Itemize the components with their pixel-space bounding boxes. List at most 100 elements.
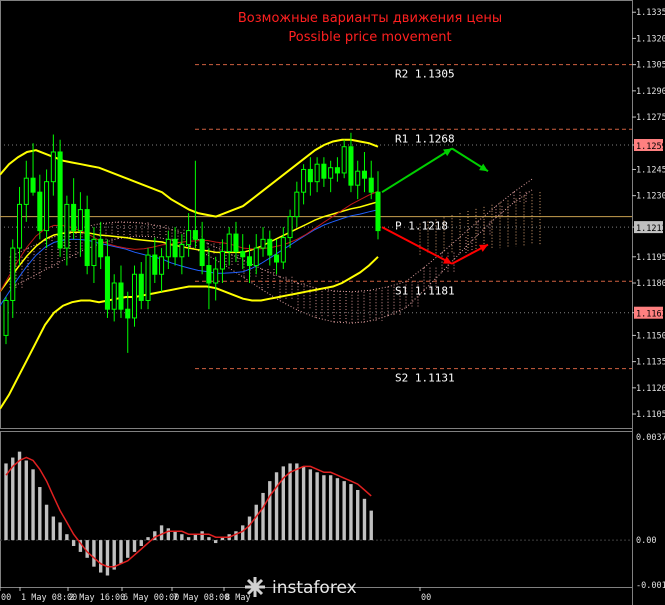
candlesticks xyxy=(3,132,381,353)
macd-histogram-bar xyxy=(159,525,164,541)
pivot-label-s1: S1 1.1181 xyxy=(395,284,455,297)
candle-body xyxy=(50,151,56,183)
candle-body xyxy=(260,238,266,249)
price-tick-label: 1.1275 xyxy=(636,113,665,123)
candle-body xyxy=(355,170,361,186)
candle-body xyxy=(314,163,320,183)
candle-body xyxy=(213,268,219,284)
price-tag-label: 1.1163 xyxy=(636,310,665,320)
macd-histogram-bar xyxy=(119,540,123,564)
pivot-label-s2: S2 1.1131 xyxy=(395,372,455,385)
candle-body xyxy=(57,151,63,249)
macd-histogram-bar xyxy=(31,469,35,541)
macd-histogram-bar xyxy=(17,451,22,541)
arrow-bullish-segment xyxy=(381,147,453,194)
macd-histogram-bar xyxy=(207,537,211,541)
time-axis: 00 1 May 08:002 May 16:006 May 00:007 May… xyxy=(0,587,431,603)
candle-body xyxy=(159,256,165,275)
macd-histogram-bar xyxy=(342,481,346,541)
candle-body xyxy=(233,233,239,253)
candle-body xyxy=(375,191,381,232)
candle-body xyxy=(321,163,327,179)
cloud-lower-segment xyxy=(351,320,371,324)
cloud-upper-segment xyxy=(369,286,389,291)
macd-histogram-bar xyxy=(126,540,130,558)
cloud-lower-segment xyxy=(279,300,299,311)
cloud-upper-segment xyxy=(405,267,425,282)
macd-histogram-bar xyxy=(65,534,69,541)
candle-body xyxy=(165,238,171,258)
cloud-lower-segment xyxy=(369,315,389,322)
price-tag-label: 1.1259 xyxy=(636,142,665,152)
macd-panel: 0.0037 0.00 -0.00159 xyxy=(0,433,665,591)
candle-body xyxy=(301,168,307,193)
cloud-upper-segment xyxy=(189,235,209,244)
candle-body xyxy=(246,256,253,267)
candle-body xyxy=(118,282,124,310)
macd-histogram-bar xyxy=(301,466,306,541)
time-tick-label: 6 May 00:00 xyxy=(123,593,179,603)
cloud-upper-segment xyxy=(297,282,317,289)
candle-body xyxy=(253,247,259,267)
macd-histogram-bar xyxy=(241,525,245,541)
instaforex-logo-icon xyxy=(245,577,265,597)
macd-histogram-bar xyxy=(322,475,326,541)
cloud-lower-segment xyxy=(243,277,263,290)
macd-histogram-bar xyxy=(328,475,333,541)
candle-body xyxy=(172,238,178,258)
cloud-upper-segment xyxy=(207,243,227,253)
candle-body xyxy=(219,251,225,270)
chart-title: Возможные варианты движения цены xyxy=(238,11,502,26)
cloud-lower-segment xyxy=(45,259,65,270)
macd-histogram-bar xyxy=(268,481,272,541)
cloud-lower-segment xyxy=(333,321,353,324)
macd-histogram-bar xyxy=(71,540,76,547)
macd-histogram-bar xyxy=(234,531,238,541)
candle-body xyxy=(16,203,23,249)
candle-body xyxy=(111,282,117,310)
price-axis: 1.1335 1.1320 1.1305 1.1290 1.1275 1.1259 1.12… xyxy=(632,8,665,420)
price-tick-label: 1.1120 xyxy=(636,384,665,394)
price-tick-label: 1.1135 xyxy=(636,358,665,368)
chart-subtitle: Possible price movement xyxy=(288,30,451,45)
price-tick-label: 1.1180 xyxy=(636,279,665,289)
candle-body xyxy=(294,191,300,218)
candle-body xyxy=(64,203,70,249)
macd-histogram-bar xyxy=(295,463,299,541)
macd-histogram-bar xyxy=(356,489,360,541)
bollinger-upper-line xyxy=(0,138,379,218)
candle-body xyxy=(199,238,205,267)
cloud-upper-segment xyxy=(477,205,497,222)
candle-body xyxy=(98,238,104,258)
candle-body xyxy=(125,308,131,319)
macd-histogram-bar xyxy=(105,540,110,576)
macd-histogram-bar xyxy=(200,531,204,541)
macd-histogram-bar xyxy=(112,540,116,570)
macd-histogram-bar xyxy=(85,540,89,558)
cloud-upper-segment xyxy=(459,220,479,238)
macd-histogram-bar xyxy=(173,531,177,541)
macd-histogram-bar xyxy=(92,540,96,567)
candle-body xyxy=(91,238,97,267)
watermark: instaforex xyxy=(245,577,357,598)
macd-tick-label: 0.0037 xyxy=(636,433,665,443)
macd-histogram-bar xyxy=(369,510,373,541)
macd-histogram-bar xyxy=(146,537,150,541)
price-tick-label: 1.1150 xyxy=(636,331,665,341)
macd-histogram-bar xyxy=(99,540,103,573)
candle-body xyxy=(328,167,334,179)
macd-histogram-bar xyxy=(288,463,292,541)
macd-histogram-bar xyxy=(166,528,171,541)
macd-histogram-bar xyxy=(261,492,265,541)
candle-body xyxy=(348,146,354,186)
macd-histogram-bar xyxy=(38,487,42,541)
candle-body xyxy=(44,181,50,232)
price-tick-label: 1.1105 xyxy=(636,410,665,420)
price-tick-label: 1.1245 xyxy=(636,165,665,175)
macd-histogram-bar xyxy=(51,516,56,541)
candle-body xyxy=(206,265,212,284)
macd-histogram-bar xyxy=(254,504,258,541)
macd-histogram-bar xyxy=(186,537,191,541)
time-tick-label: 00 xyxy=(1,593,11,603)
candle-body xyxy=(274,254,280,263)
